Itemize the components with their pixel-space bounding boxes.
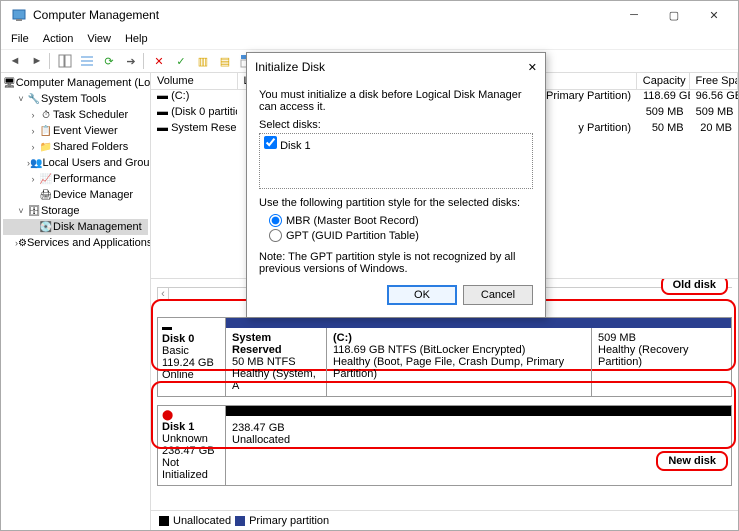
legend: Unallocated Primary partition xyxy=(151,510,738,530)
expand-icon[interactable]: › xyxy=(27,126,39,136)
close-button[interactable]: ✕ xyxy=(694,1,734,29)
legend-primary-icon xyxy=(235,516,245,526)
tree-event-viewer[interactable]: ›📋Event Viewer xyxy=(3,123,148,139)
back-icon[interactable]: ◄ xyxy=(5,51,25,71)
col-capacity[interactable]: Capacity xyxy=(637,73,690,89)
disk-checkbox-row[interactable]: Disk 1 xyxy=(264,140,311,152)
partition-unallocated[interactable]: 238.47 GB Unallocated xyxy=(226,416,731,485)
tree-system-tools[interactable]: ˅🔧System Tools xyxy=(3,91,148,107)
check-icon[interactable]: ✓ xyxy=(171,51,191,71)
tree-performance[interactable]: ›📈Performance xyxy=(3,171,148,187)
dialog-title: Initialize Disk xyxy=(255,60,528,74)
titlebar: Computer Management ─ ▢ ✕ xyxy=(1,1,738,29)
list-icon[interactable] xyxy=(77,51,97,71)
folder-icon: 📁 xyxy=(39,140,53,154)
menu-help[interactable]: Help xyxy=(119,31,154,47)
col-free[interactable]: Free Spa xyxy=(690,73,739,89)
nav-tree[interactable]: 🖥Computer Management (Local ˅🔧System Too… xyxy=(1,73,151,530)
separator xyxy=(49,53,53,69)
tree-device-manager[interactable]: 🖨Device Manager xyxy=(3,187,148,203)
export-icon[interactable]: ➔ xyxy=(121,51,141,71)
menu-view[interactable]: View xyxy=(81,31,117,47)
legend-primary: Primary partition xyxy=(249,515,329,527)
event-icon: 📋 xyxy=(39,124,53,138)
gpt-radio[interactable] xyxy=(269,229,282,242)
users-icon: 👥 xyxy=(30,156,42,170)
minimize-button[interactable]: ─ xyxy=(614,1,654,29)
collapse-icon[interactable]: ˅ xyxy=(15,94,27,104)
tree-storage[interactable]: ˅🗄Storage xyxy=(3,203,148,219)
menu-action[interactable]: Action xyxy=(37,31,80,47)
tree-disk-management[interactable]: 💽Disk Management xyxy=(3,219,148,235)
collapse-icon[interactable]: ˅ xyxy=(15,206,27,216)
dialog-close-icon[interactable]: ✕ xyxy=(528,61,537,74)
clock-icon: ⏱ xyxy=(39,108,53,122)
tree-services[interactable]: ›⚙Services and Applications xyxy=(3,235,148,251)
cancel-button[interactable]: Cancel xyxy=(463,285,533,305)
storage-icon: 🗄 xyxy=(27,204,41,218)
perf-icon: 📈 xyxy=(39,172,53,186)
old-disk-label: Old disk xyxy=(661,279,728,295)
dialog-intro: You must initialize a disk before Logica… xyxy=(259,89,533,113)
tree-root[interactable]: 🖥Computer Management (Local xyxy=(3,75,148,91)
expand-icon[interactable]: › xyxy=(27,174,39,184)
app-icon xyxy=(11,7,27,23)
window-title: Computer Management xyxy=(33,8,614,22)
ok-button[interactable]: OK xyxy=(387,285,457,305)
maximize-button[interactable]: ▢ xyxy=(654,1,694,29)
disk-icon: 💽 xyxy=(39,220,53,234)
dialog-titlebar: Initialize Disk ✕ xyxy=(247,53,545,81)
refresh-icon[interactable]: ⟳ xyxy=(99,51,119,71)
device-icon: 🖨 xyxy=(39,188,53,202)
menu-file[interactable]: File xyxy=(5,31,35,47)
legend-unallocated-icon xyxy=(159,516,169,526)
dialog-note: Note: The GPT partition style is not rec… xyxy=(259,251,533,275)
tree-task-scheduler[interactable]: ›⏱Task Scheduler xyxy=(3,107,148,123)
tree-local-users[interactable]: ›👥Local Users and Groups xyxy=(3,155,148,171)
scope-icon[interactable] xyxy=(55,51,75,71)
disk1-checkbox[interactable] xyxy=(264,136,277,149)
computer-icon: 🖥 xyxy=(3,76,16,90)
select-disks-label: Select disks: xyxy=(259,119,533,131)
legend-unallocated: Unallocated xyxy=(173,515,231,527)
menubar: File Action View Help xyxy=(1,29,738,49)
services-icon: ⚙ xyxy=(18,236,27,250)
col-volume[interactable]: Volume xyxy=(151,73,238,89)
initialize-disk-dialog: Initialize Disk ✕ You must initialize a … xyxy=(246,52,546,318)
forward-icon[interactable]: ► xyxy=(27,51,47,71)
separator xyxy=(143,53,147,69)
help-icon[interactable]: ▤ xyxy=(215,51,235,71)
partition-style-label: Use the following partition style for th… xyxy=(259,197,533,209)
tree-shared-folders[interactable]: ›📁Shared Folders xyxy=(3,139,148,155)
disk1-box[interactable]: ⬤ Disk 1 Unknown 238.47 GB Not Initializ… xyxy=(157,405,732,486)
expand-icon[interactable]: › xyxy=(27,142,39,152)
mbr-radio-row[interactable]: MBR (Master Boot Record) xyxy=(259,213,533,228)
disk-select-list[interactable]: Disk 1 xyxy=(259,133,533,189)
tools-icon: 🔧 xyxy=(27,92,41,106)
gpt-radio-row[interactable]: GPT (GUID Partition Table) xyxy=(259,228,533,243)
delete-icon[interactable]: ✕ xyxy=(149,51,169,71)
properties-icon[interactable]: ▥ xyxy=(193,51,213,71)
expand-icon[interactable]: › xyxy=(27,110,39,120)
mbr-radio[interactable] xyxy=(269,214,282,227)
